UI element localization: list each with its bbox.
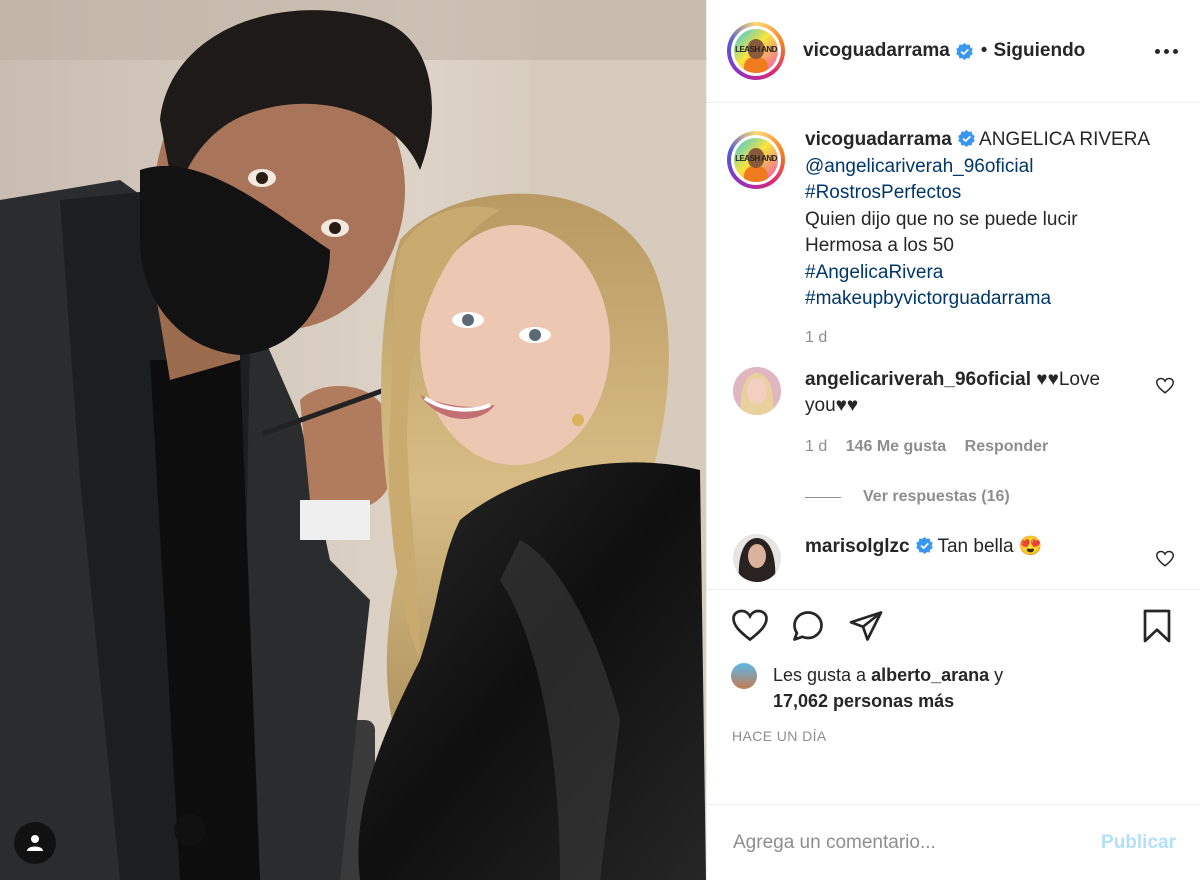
replies-line [805,496,841,498]
more-icon-dot [1173,48,1178,54]
mention-link[interactable]: @angelicariverah_96oficial [805,156,1033,177]
user-tag-button[interactable] [14,822,56,864]
likes-prefix: Les gusta a [773,665,867,685]
author-avatar[interactable]: LEASH AND [727,22,785,80]
liker-avatar[interactable] [731,663,757,689]
avatar-border: LEASH AND [731,26,781,76]
view-replies-button[interactable]: Ver respuestas (16) [805,488,1180,506]
heart-icon [732,609,768,642]
share-button[interactable] [847,607,885,645]
caption-time: 1 d [805,328,828,346]
caption-line: Quien dijo que no se puede lucir [805,208,1078,230]
comment-text: Tan bella 😍 [937,536,1043,557]
verified-icon [915,537,933,554]
post-side-panel: LEASH AND vicoguadarrama • Siguiendo LEA… [706,0,1200,880]
avatar-image: LEASH AND [734,138,778,182]
verified-icon [955,42,973,60]
caption-text: vicoguadarrama ANGELICA RIVERA @angelica… [805,127,1175,313]
comment-like-heart-icon[interactable] [1156,550,1174,568]
comment-like-heart-icon[interactable] [1156,377,1174,395]
comment-item: marisolglzc Tan bella 😍 [727,534,1180,582]
commenter-username[interactable]: angelicariverah_96oficial [805,369,1031,390]
avatar-text: LEASH AND [735,154,777,163]
verified-icon [957,130,975,147]
commenter-username[interactable]: marisolglzc [805,536,910,557]
commenter-avatar-image [733,366,781,415]
comment-button[interactable] [789,607,827,645]
share-icon [849,611,883,641]
user-tag-icon [27,835,43,851]
comment-input[interactable] [731,830,1102,855]
more-options-button[interactable] [1149,43,1184,60]
author-username[interactable]: vicoguadarrama [803,40,950,62]
hashtag-link[interactable]: #RostrosPerfectos [805,182,961,203]
caption-title: ANGELICA RIVERA [979,129,1151,150]
liker-username[interactable]: alberto_arana [871,665,989,685]
publish-button[interactable]: Publicar [1101,832,1176,854]
reply-button[interactable]: Responder [965,438,1049,455]
likes-text: Les gusta a alberto_arana y 17,062 perso… [773,662,1003,714]
view-replies-label: Ver respuestas (16) [863,488,1010,505]
comment-body: marisolglzc Tan bella 😍 [805,534,1125,582]
caption-author-avatar[interactable]: LEASH AND [727,131,785,189]
instagram-post: LEASH AND vicoguadarrama • Siguiendo LEA… [0,0,1200,880]
comment-likes[interactable]: 146 Me gusta [846,438,946,455]
post-actions: Les gusta a alberto_arana y 17,062 perso… [707,589,1200,804]
likes-count[interactable]: 17,062 personas más [773,691,954,711]
hashtag-link[interactable]: #AngelicaRivera [805,262,943,283]
commenter-avatar-image [733,534,781,582]
post-photo[interactable] [0,0,706,880]
comment-icon [793,611,823,641]
post-timestamp: HACE UN DÍA [732,728,827,744]
photo-illustration [0,0,706,880]
commenter-avatar[interactable] [733,366,781,415]
action-icons [731,606,1176,646]
following-button[interactable]: Siguiendo [993,40,1085,62]
avatar-shirt [744,57,768,73]
post-header: LEASH AND vicoguadarrama • Siguiendo [707,0,1200,103]
more-icon [1155,48,1160,54]
comment-body: angelicariverah_96oficial ♥♥Love you♥♥ 1… [805,367,1125,461]
hashtag-link[interactable]: #makeupbyvictorguadarrama [805,288,1051,309]
avatar-image: LEASH AND [734,29,778,73]
avatar-text: LEASH AND [735,45,777,54]
avatar-border: LEASH AND [731,135,781,185]
like-button[interactable] [731,607,769,645]
separator-dot: • [980,40,988,61]
comments-section[interactable]: LEASH AND vicoguadarrama ANGELICA RIVERA… [707,103,1200,589]
likes-conj: y [994,665,1004,685]
caption-author-username[interactable]: vicoguadarrama [805,129,952,150]
comment-meta: 1 d 146 Me gusta Responder [805,434,1125,461]
avatar-shirt [744,166,768,182]
commenter-avatar[interactable] [733,534,781,582]
bookmark-icon [1143,609,1171,643]
save-button[interactable] [1138,607,1176,645]
add-comment-bar: Publicar [707,804,1200,880]
comment-item: angelicariverah_96oficial ♥♥Love you♥♥ 1… [727,366,1180,461]
caption-line: Hermosa a los 50 [805,235,954,256]
likes-summary: Les gusta a alberto_arana y 17,062 perso… [731,662,1176,714]
more-icon-dot [1164,48,1169,54]
post-caption: LEASH AND vicoguadarrama ANGELICA RIVERA… [727,127,1180,313]
comment-time: 1 d [805,437,828,455]
